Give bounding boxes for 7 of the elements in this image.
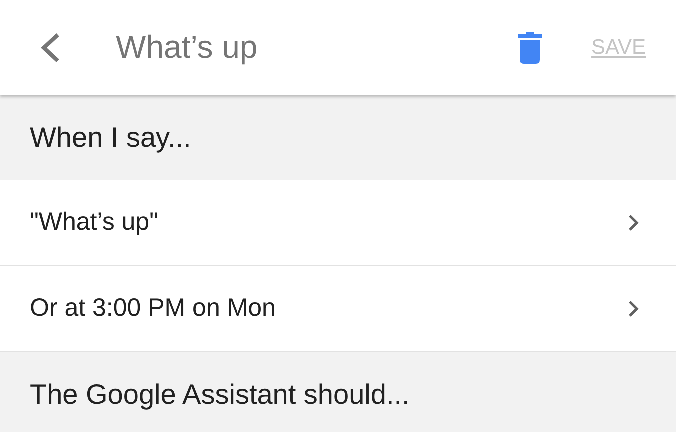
delete-button[interactable] xyxy=(518,32,542,64)
section-header: The Google Assistant should... xyxy=(0,352,676,432)
chevron-icon xyxy=(628,214,640,232)
chevron-icon xyxy=(628,300,640,318)
page-title: What’s up xyxy=(116,29,259,66)
section-header: When I say... xyxy=(0,95,676,180)
trash-icon xyxy=(518,32,542,64)
